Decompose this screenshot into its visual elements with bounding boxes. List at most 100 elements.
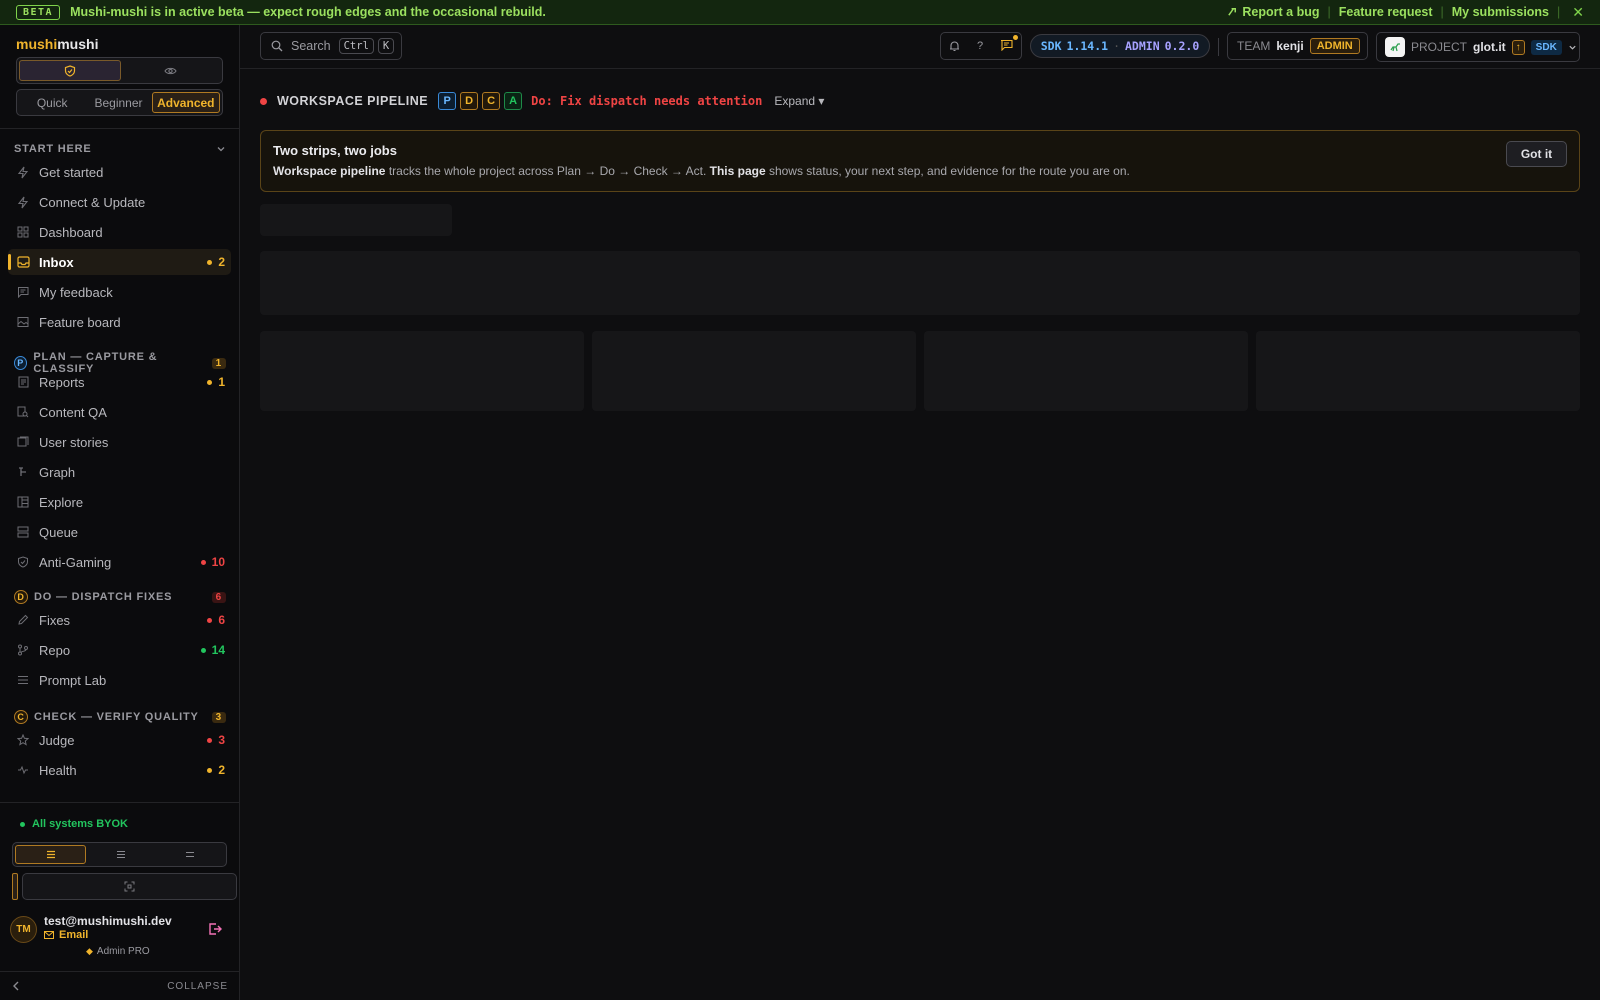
chat-icon xyxy=(16,285,30,299)
status-dot xyxy=(260,97,267,105)
stack-icon xyxy=(16,435,30,449)
user-auth-method: Email xyxy=(44,929,88,941)
status-dot xyxy=(20,821,25,827)
version-chip[interactable]: SDK 1.14.1 · ADMIN 0.2.0 xyxy=(1030,34,1210,58)
sidebar-nav: START HERE Get started Connect & Update … xyxy=(0,129,240,815)
beta-message: Mushi-mushi is in active beta — expect r… xyxy=(70,5,546,19)
brand-logo[interactable]: mushimushi xyxy=(16,36,98,52)
reports-count: 1 xyxy=(207,375,225,389)
fixes-count: 6 xyxy=(207,613,225,627)
density-compact-button[interactable] xyxy=(15,845,86,864)
section-check[interactable]: C CHECK — VERIFY QUALITY 3 xyxy=(14,710,226,724)
got-it-button[interactable]: Got it xyxy=(1506,141,1567,167)
kbd-ctrl: Ctrl xyxy=(338,38,374,54)
level-quick[interactable]: Quick xyxy=(19,92,85,113)
level-advanced[interactable]: Advanced xyxy=(151,92,220,113)
sidebar-item-feature-board[interactable]: Feature board xyxy=(8,309,231,335)
sidebar-item-get-started[interactable]: Get started xyxy=(8,159,231,185)
chevron-left-icon xyxy=(13,981,19,991)
system-status: All systems BYOK xyxy=(20,818,128,830)
user-card: TM test@mushimushi.dev Email ◆ Admin PRO xyxy=(10,914,230,964)
star-icon xyxy=(16,733,30,747)
pipeline-alert[interactable]: Do: Fix dispatch needs attention xyxy=(531,94,762,108)
sidebar-item-explore[interactable]: Explore xyxy=(8,489,231,515)
sidebar-item-dashboard[interactable]: Dashboard xyxy=(8,219,231,245)
pencil-icon xyxy=(16,613,30,627)
level-beginner[interactable]: Beginner xyxy=(85,92,151,113)
skeleton-banner xyxy=(260,251,1580,315)
sidebar-item-anti-gaming[interactable]: Anti-Gaming 10 xyxy=(8,549,231,575)
git-branch-icon xyxy=(16,643,30,657)
shield-icon xyxy=(64,64,75,77)
bug-icon xyxy=(1228,8,1237,16)
sidebar-item-user-stories[interactable]: User stories xyxy=(8,429,231,455)
diamond-icon: ◆ xyxy=(86,946,93,956)
sidebar-item-queue[interactable]: Queue xyxy=(8,519,231,545)
avatar[interactable]: TM xyxy=(10,916,37,943)
team-switcher[interactable]: TEAM kenji ADMIN xyxy=(1227,32,1368,60)
density-toggle xyxy=(12,842,227,867)
search-button[interactable]: Search Ctrl K xyxy=(260,32,402,60)
section-do[interactable]: D DO — DISPATCH FIXES 6 xyxy=(14,590,226,604)
my-submissions-link[interactable]: My submissions xyxy=(1452,5,1549,19)
expand-button[interactable]: Expand ▾ xyxy=(774,94,824,108)
pdca-do[interactable]: D xyxy=(460,92,479,110)
feedback-button[interactable] xyxy=(1000,39,1013,54)
rows-icon xyxy=(185,851,194,858)
pdca-act[interactable]: A xyxy=(504,92,523,110)
user-email: test@mushimushi.dev xyxy=(44,914,172,928)
section-start-here[interactable]: START HERE xyxy=(14,143,226,155)
anti-gaming-count: 10 xyxy=(200,555,225,569)
sidebar-item-my-feedback[interactable]: My feedback xyxy=(8,279,231,305)
sdk-badge: SDK xyxy=(1530,39,1562,55)
skeleton-card xyxy=(1256,331,1580,411)
eye-icon xyxy=(164,67,177,74)
collapse-sidebar-button[interactable]: COLLAPSE xyxy=(0,971,240,1000)
chevron-down-icon xyxy=(1569,45,1576,50)
dino-logo-icon xyxy=(1390,43,1400,52)
bolt-icon xyxy=(16,195,30,209)
image-board-icon xyxy=(16,315,30,329)
divider xyxy=(1218,38,1219,56)
skeleton-card xyxy=(924,331,1248,411)
sidebar-item-fixes[interactable]: Fixes 6 xyxy=(8,607,231,633)
logout-icon[interactable] xyxy=(208,922,222,936)
resize-handle[interactable] xyxy=(12,873,18,900)
sidebar-item-content-qa[interactable]: Content QA xyxy=(8,399,231,425)
focus-row xyxy=(12,873,237,900)
sidebar-item-judge[interactable]: Judge 3 xyxy=(8,727,231,753)
grid-icon xyxy=(16,225,30,239)
search-icon xyxy=(271,40,283,52)
pdca-plan[interactable]: P xyxy=(438,92,457,110)
callout-title: Two strips, two jobs xyxy=(273,143,397,158)
sidebar-item-repo[interactable]: Repo 14 xyxy=(8,637,231,663)
sidebar-item-inbox[interactable]: Inbox 2 xyxy=(8,249,231,275)
project-switcher[interactable]: PROJECT glot.it ↑ SDK xyxy=(1376,32,1580,62)
bell-icon[interactable] xyxy=(949,40,960,52)
feature-request-link[interactable]: Feature request xyxy=(1339,5,1433,19)
pdca-check[interactable]: C xyxy=(482,92,501,110)
mode-toggle xyxy=(16,57,223,84)
report-bug-link[interactable]: Report a bug xyxy=(1227,5,1319,19)
sidebar-item-graph[interactable]: Graph xyxy=(8,459,231,485)
link-separator: | xyxy=(1440,5,1444,19)
density-normal-button[interactable] xyxy=(86,845,155,864)
help-icon[interactable]: ? xyxy=(977,40,983,52)
density-comfortable-button[interactable] xyxy=(155,845,224,864)
sidebar-item-prompt-lab[interactable]: Prompt Lab xyxy=(8,667,231,693)
link-separator: | xyxy=(1327,5,1331,19)
beta-banner: BETA Mushi-mushi is in active beta — exp… xyxy=(0,0,1600,25)
chevron-down-icon[interactable] xyxy=(216,144,226,154)
update-badge: ↑ xyxy=(1511,39,1525,55)
sidebar-item-reports[interactable]: Reports 1 xyxy=(8,369,231,395)
close-icon[interactable]: ✕ xyxy=(1572,4,1584,21)
sidebar-divider xyxy=(0,802,240,803)
shield-mode-button[interactable] xyxy=(19,60,121,81)
search-document-icon xyxy=(16,405,30,419)
sidebar-item-health[interactable]: Health 2 xyxy=(8,757,231,783)
document-icon xyxy=(16,375,30,389)
sidebar-item-connect-update[interactable]: Connect & Update xyxy=(8,189,231,215)
shield-check-icon xyxy=(16,555,30,569)
focus-mode-button[interactable] xyxy=(22,873,237,900)
view-mode-button[interactable] xyxy=(121,60,221,81)
